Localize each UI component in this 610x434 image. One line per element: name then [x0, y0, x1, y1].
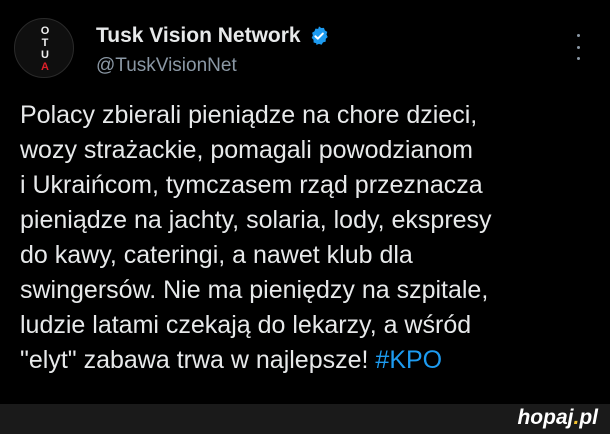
- watermark-logo: hopaj.pl: [517, 406, 598, 430]
- post-line: pieniądze na jachty, solaria, lody, eksp…: [20, 206, 492, 234]
- post-line: swingersów. Nie ma pieniędzy na szpitale…: [20, 276, 489, 304]
- avatar-letter: T: [41, 37, 49, 49]
- post-line-last: "elyt" zabawa trwa w najlepsze! #KPO: [20, 343, 590, 378]
- post-line: i Ukraińcom, tymczasem rząd przeznacza: [20, 171, 483, 199]
- display-name[interactable]: Tusk Vision Network: [96, 24, 301, 48]
- more-dot: [576, 57, 580, 60]
- more-dot: [576, 34, 580, 37]
- author-row: Tusk Vision Network: [96, 24, 330, 48]
- post-line: Polacy zbierali pieniądze na chore dziec…: [20, 101, 478, 129]
- avatar-letter: A: [41, 61, 49, 73]
- post-line: do kawy, cateringi, a nawet klub dla: [20, 241, 413, 269]
- hashtag-link[interactable]: #KPO: [375, 346, 442, 374]
- post-line: ludzie latami czekają do lekarzy, a wśró…: [20, 311, 472, 339]
- verified-badge-icon: [308, 25, 330, 47]
- post-line-text: "elyt" zabawa trwa w najlepsze!: [20, 346, 369, 374]
- user-handle[interactable]: @TuskVisionNet: [96, 55, 237, 77]
- avatar[interactable]: O T U A: [14, 18, 74, 78]
- more-options-icon[interactable]: [570, 34, 586, 60]
- post-line: wozy strażackie, pomagali powodzianom: [20, 136, 473, 164]
- post-card: O T U A Tusk Vision Network @TuskVisionN…: [0, 0, 610, 404]
- post-text: Polacy zbierali pieniądze na chore dziec…: [20, 98, 590, 378]
- avatar-letter: O: [40, 25, 50, 37]
- watermark-tld: pl: [579, 406, 598, 429]
- watermark-brand: hopaj: [517, 406, 574, 429]
- watermark-bar: hopaj.pl: [0, 404, 610, 434]
- avatar-logo: O T U A: [15, 25, 73, 73]
- avatar-letter: U: [41, 49, 49, 61]
- more-dot: [576, 45, 580, 49]
